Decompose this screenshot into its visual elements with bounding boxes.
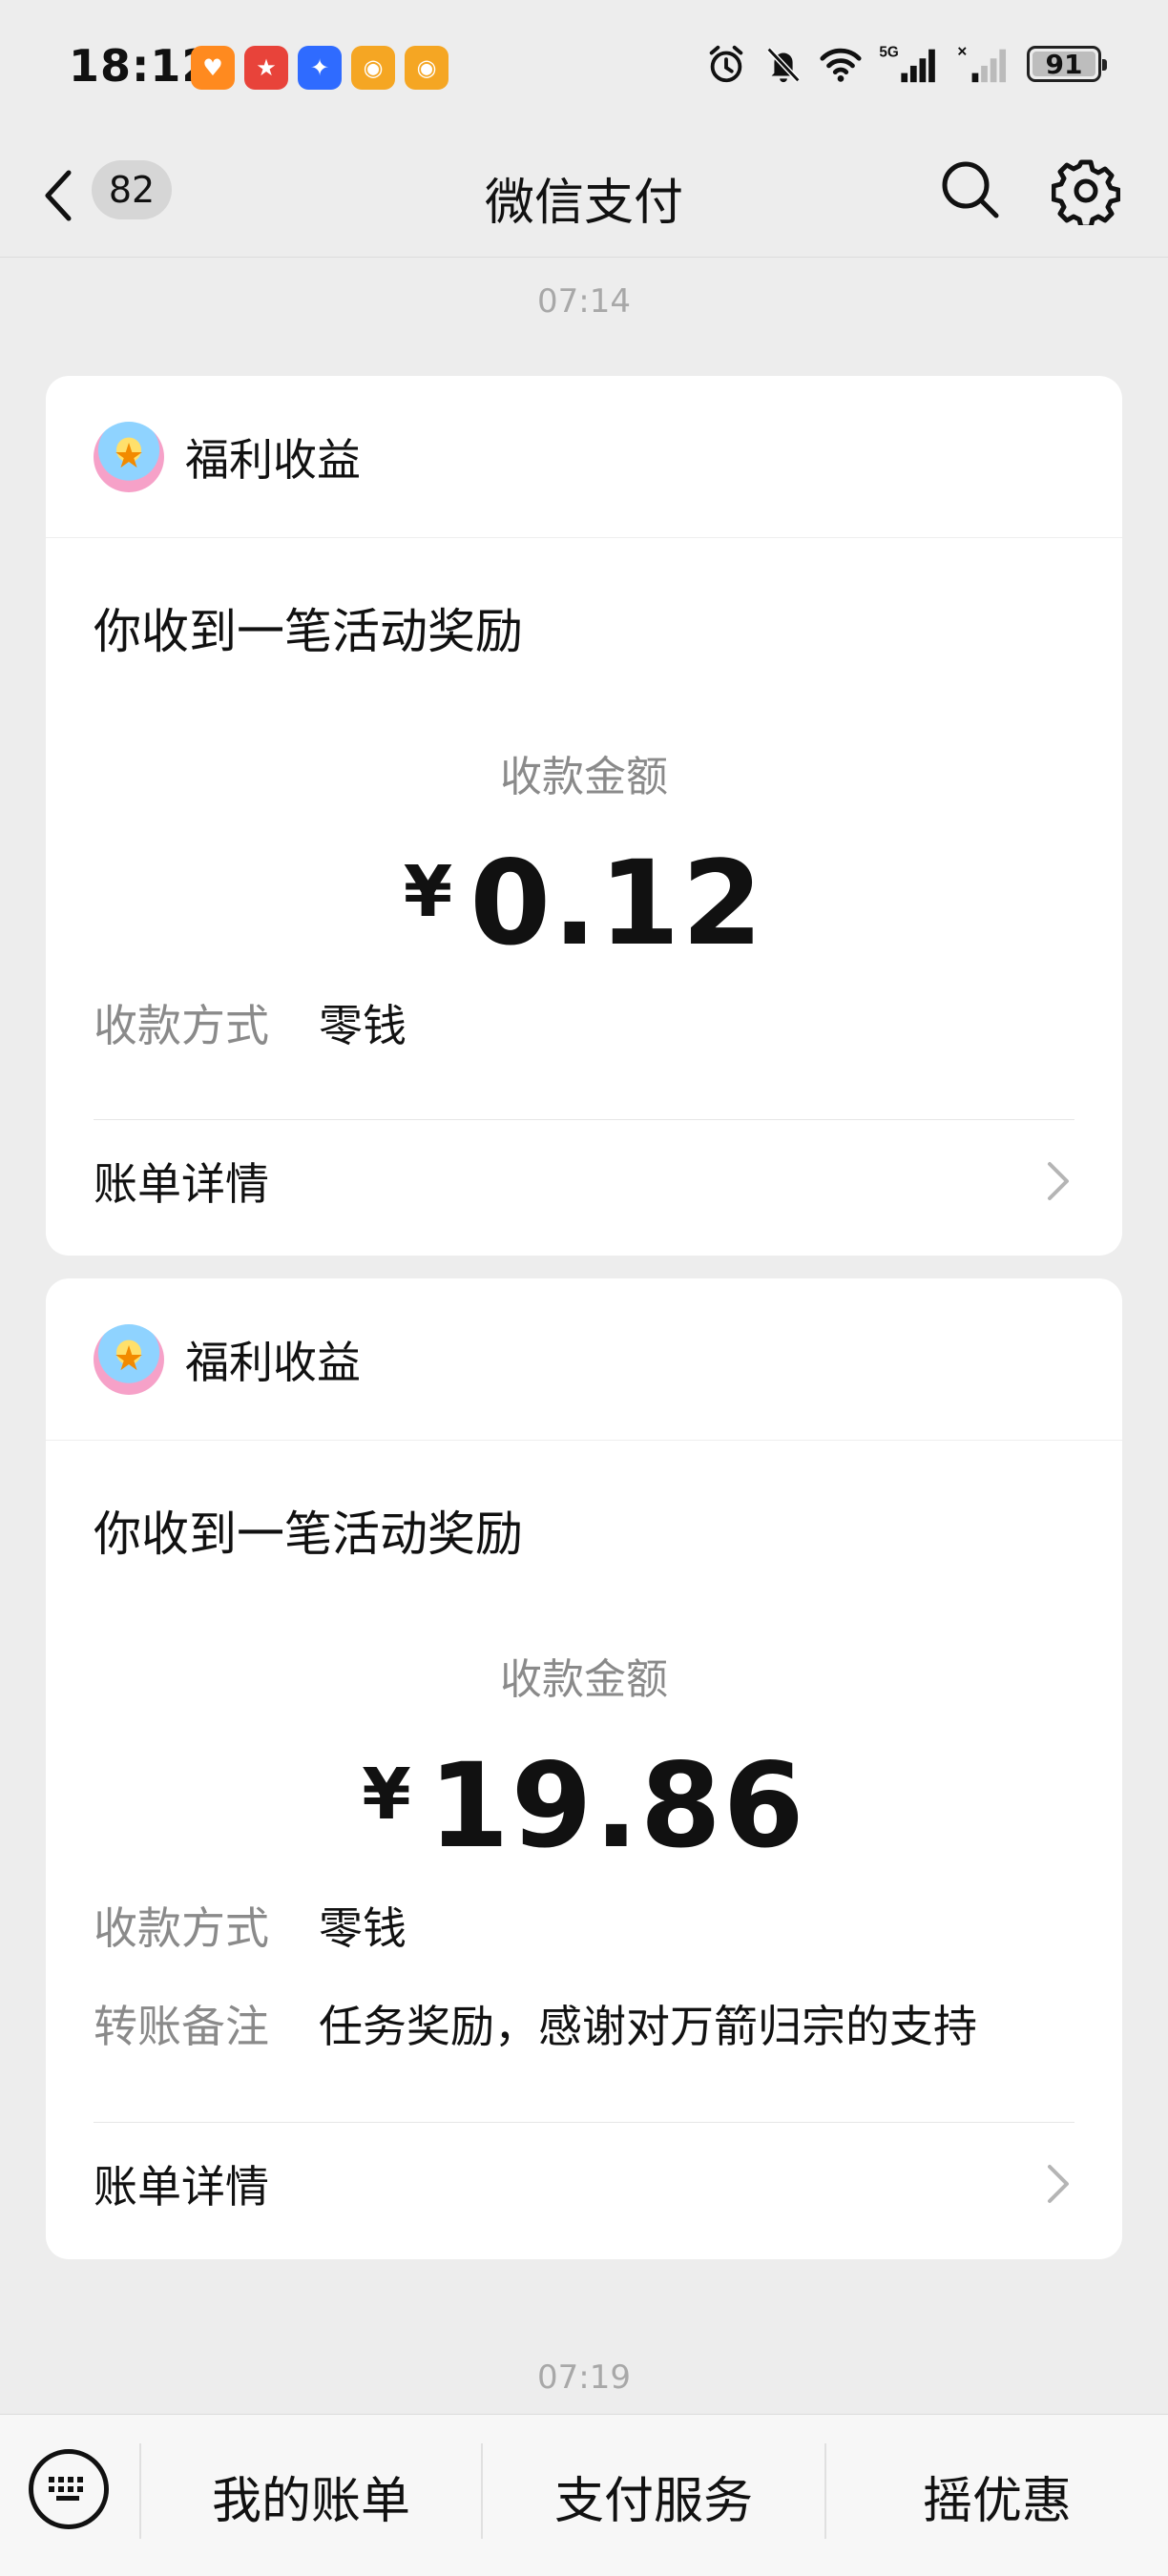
status-app-icons: ♥ ★ ✦ ◉ ◉ (191, 46, 448, 90)
cellular-signal-icon: 5G (879, 44, 935, 83)
menu-payment-services[interactable]: 支付服务 (483, 2415, 824, 2576)
sender-avatar: ★ (94, 1323, 164, 1395)
message-timestamp: 07:14 (537, 282, 631, 321)
avatar-mascot-icon: ★ (113, 1340, 145, 1379)
sender-name: 福利收益 (185, 1336, 361, 1388)
chevron-right-icon (1048, 1162, 1069, 1201)
payment-method-value: 零钱 (319, 1902, 407, 1954)
amount-row: ¥ 0.12 (94, 845, 1074, 962)
bill-detail-row[interactable]: 账单详情 (94, 1120, 1074, 1242)
card-header: ★ 福利收益 (46, 376, 1122, 538)
bill-detail-row[interactable]: 账单详情 (94, 2123, 1074, 2245)
menu-my-bills[interactable]: 我的账单 (141, 2415, 481, 2576)
amount-label: 收款金额 (500, 1655, 668, 1704)
cellular-signal-weak-icon: × (957, 42, 1007, 83)
bottom-menu-bar: 我的账单 支付服务 摇优惠 (0, 2414, 1168, 2576)
payment-method-row: 收款方式 零钱 (94, 1000, 1074, 1052)
sender-name: 福利收益 (185, 433, 361, 486)
currency-symbol: ¥ (362, 1754, 411, 1836)
weibo-app-icon: ◉ (351, 46, 395, 90)
weibo-app-icon: ◉ (405, 46, 448, 90)
payment-method-key: 收款方式 (94, 1902, 269, 1954)
alarm-icon (709, 45, 743, 83)
transfer-note-key: 转账备注 (94, 2001, 269, 2053)
currency-symbol: ¥ (403, 851, 453, 933)
menu-shake-offers[interactable]: 摇优惠 (826, 2415, 1168, 2576)
bill-detail-label: 账单详情 (94, 1158, 269, 1211)
blue-app-icon: ✦ (298, 46, 342, 90)
mute-bell-icon (766, 47, 801, 83)
message-timestamp: 07:19 (537, 2358, 631, 2397)
search-icon[interactable] (937, 156, 1004, 223)
heart-app-icon: ♥ (191, 46, 235, 90)
battery-level: 91 (1045, 48, 1083, 80)
bill-detail-label: 账单详情 (94, 2161, 269, 2213)
wifi-icon (820, 48, 862, 82)
card-body: 你收到一笔活动奖励 收款金额 ¥ 0.12 收款方式 零钱 账单详情 (46, 593, 1122, 1242)
chevron-right-icon (1048, 2165, 1069, 2204)
payment-method-key: 收款方式 (94, 1000, 269, 1051)
card-description: 你收到一笔活动奖励 (94, 604, 523, 659)
svg-text:5G: 5G (879, 44, 898, 60)
keyboard-icon (49, 2477, 83, 2501)
game-app-icon: ★ (244, 46, 288, 90)
nav-bar: 82 微信支付 (0, 134, 1168, 258)
payment-card[interactable]: ★ 福利收益 你收到一笔活动奖励 收款金额 ¥ 19.86 收款方式 零钱 转账… (46, 1278, 1122, 2259)
card-header: ★ 福利收益 (46, 1278, 1122, 1441)
payment-method-value: 零钱 (319, 1000, 407, 1051)
amount-value: 19.86 (428, 1738, 806, 1874)
transfer-note-row: 转账备注 任务奖励，感谢对万箭归宗的支持 (94, 2001, 1074, 2053)
status-bar: 18:12 ♥ ★ ✦ ◉ ◉ 5G × 91 (0, 0, 1168, 134)
keyboard-toggle-button[interactable] (29, 2449, 109, 2529)
avatar-mascot-icon: ★ (113, 437, 145, 476)
payment-method-row: 收款方式 零钱 (94, 1902, 1074, 1955)
amount-row: ¥ 19.86 (94, 1748, 1074, 1864)
sender-avatar: ★ (94, 421, 164, 492)
amount-label: 收款金额 (500, 753, 668, 801)
card-body: 你收到一笔活动奖励 收款金额 ¥ 19.86 收款方式 零钱 转账备注 任务奖励… (46, 1496, 1122, 2245)
svg-text:×: × (957, 42, 967, 60)
payment-card[interactable]: ★ 福利收益 你收到一笔活动奖励 收款金额 ¥ 0.12 收款方式 零钱 账单详… (46, 376, 1122, 1256)
battery-indicator: 91 (1027, 46, 1107, 82)
amount-value: 0.12 (469, 836, 765, 971)
transfer-note-value: 任务奖励，感谢对万箭归宗的支持 (319, 2001, 977, 2053)
status-system-icons: 5G × 91 (704, 42, 1107, 86)
gear-icon[interactable] (1052, 156, 1120, 225)
card-description: 你收到一笔活动奖励 (94, 1506, 523, 1562)
